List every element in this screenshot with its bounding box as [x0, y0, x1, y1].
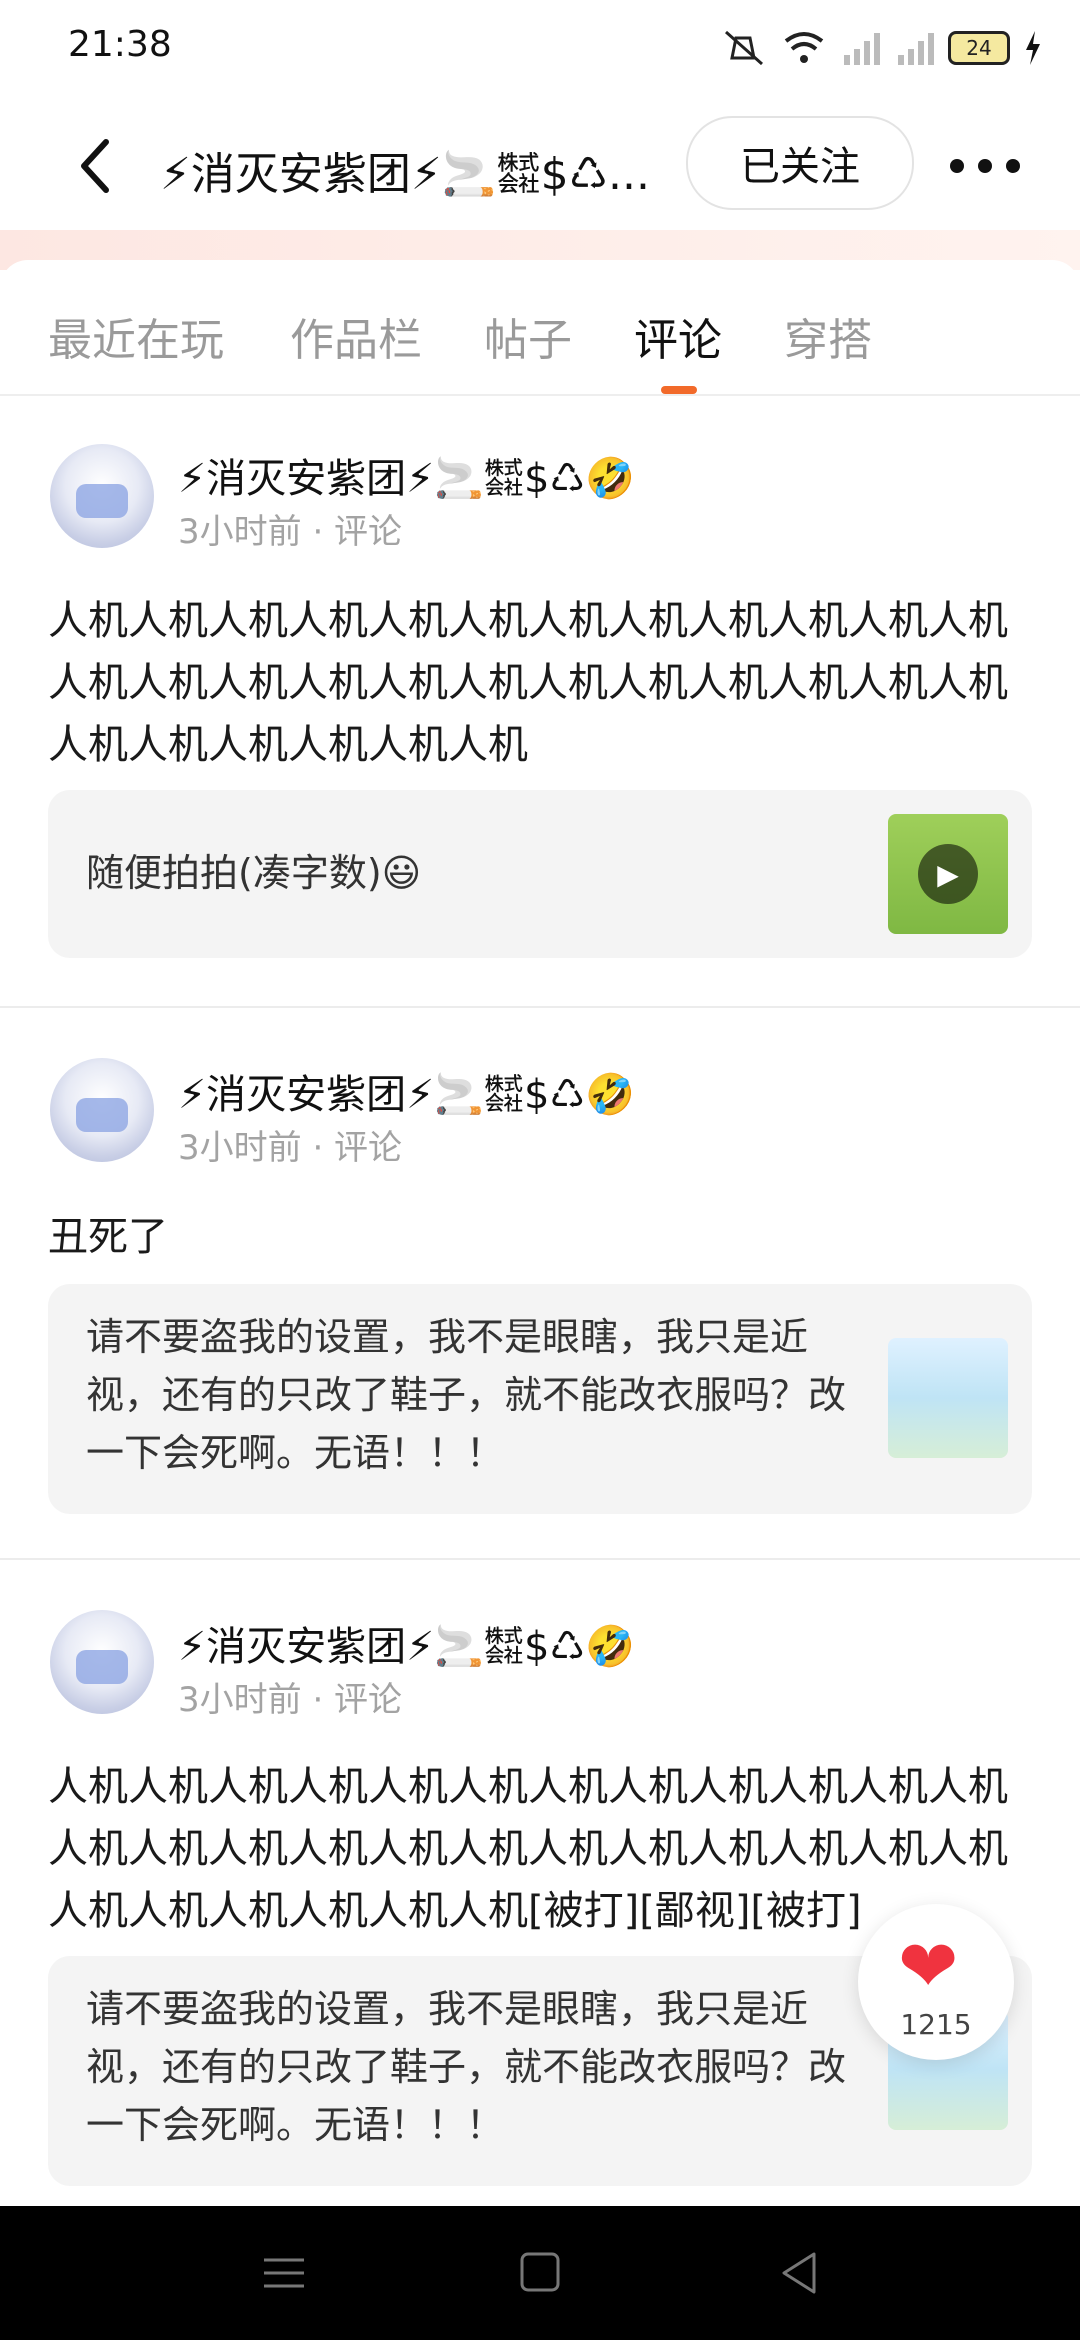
username[interactable]: ⚡消灭安紫团⚡🚬㍿$♺🤣 [178, 1062, 635, 1120]
wifi-icon [784, 32, 824, 63]
tab-outfits[interactable]: 穿搭 [784, 304, 872, 368]
tab-indicator [661, 386, 697, 394]
comment-meta: 3小时前 · 评论 [178, 1680, 403, 1720]
status-icons: 24 [722, 24, 1042, 72]
tab-comments[interactable]: 评论 [634, 304, 722, 368]
back-icon[interactable] [770, 2246, 830, 2300]
system-nav-bar [0, 2206, 1080, 2340]
avatar[interactable] [50, 1058, 154, 1162]
username[interactable]: ⚡消灭安紫团⚡🚬㍿$♺🤣 [178, 1614, 635, 1672]
tab-bar: 最近在玩 作品栏 帖子 评论 穿搭 [0, 260, 1080, 396]
home-icon[interactable] [510, 2246, 570, 2300]
status-bar: 21:38 24 [0, 0, 1080, 96]
avatar[interactable] [50, 444, 154, 548]
quoted-post[interactable]: 随便拍拍(凑字数)😃 ▶ [48, 790, 1032, 958]
tab-posts[interactable]: 帖子 [484, 304, 572, 368]
comment-meta: 3小时前 · 评论 [178, 1128, 403, 1168]
back-arrow-icon[interactable] [70, 136, 118, 196]
avatar[interactable] [50, 1610, 154, 1714]
tab-works[interactable]: 作品栏 [290, 304, 422, 368]
signal-icon-2 [898, 33, 934, 65]
play-icon: ▶ [918, 844, 978, 904]
quoted-text: 随便拍拍(凑字数)😃 [86, 851, 422, 895]
comment-text: 人机人机人机人机人机人机人机人机人机人机人机人机人机人机人机人机人机人机人机人机… [48, 1764, 1008, 1934]
mute-icon [725, 30, 763, 66]
charging-icon [1026, 31, 1040, 65]
quoted-thumbnail[interactable]: ▶ [888, 814, 1008, 934]
quoted-thumbnail[interactable] [888, 1338, 1008, 1458]
signal-icon-1 [844, 33, 880, 65]
heart-icon: ❤ [898, 1924, 959, 2008]
menu-icon[interactable] [254, 2246, 314, 2300]
battery-icon: 24 [948, 31, 1010, 65]
like-count: 1215 [900, 2008, 972, 2041]
profile-title: ⚡消灭安紫团⚡🚬㍿$♺... [160, 149, 650, 200]
like-button[interactable]: ❤ 1215 [858, 1904, 1014, 2060]
comment-text: 丑死了 [48, 1214, 168, 1260]
more-icon[interactable] [950, 136, 1020, 196]
tab-recent[interactable]: 最近在玩 [48, 304, 224, 368]
follow-button[interactable]: 已关注 [686, 116, 914, 210]
comment-meta: 3小时前 · 评论 [178, 512, 403, 552]
comment-item[interactable]: ⚡消灭安紫团⚡🚬㍿$♺🤣 3小时前 · 评论 人机人机人机人机人机人机人机人机人… [0, 394, 1080, 1006]
profile-header: ⚡消灭安紫团⚡🚬㍿$♺... 已关注 [0, 96, 1080, 236]
quoted-text: 请不要盗我的设置，我不是眼瞎，我只是近视，还有的只改了鞋子，就不能改衣服吗？改一… [86, 1987, 847, 2147]
comment-item[interactable]: ⚡消灭安紫团⚡🚬㍿$♺🤣 3小时前 · 评论 丑死了 请不要盗我的设置，我不是眼… [0, 1008, 1080, 1558]
username[interactable]: ⚡消灭安紫团⚡🚬㍿$♺🤣 [178, 446, 635, 504]
comment-item[interactable]: ⚡消灭安紫团⚡🚬㍿$♺🤣 3小时前 · 评论 人机人机人机人机人机人机人机人机人… [0, 1560, 1080, 2206]
status-time: 21:38 [68, 24, 172, 65]
comment-text: 人机人机人机人机人机人机人机人机人机人机人机人机人机人机人机人机人机人机人机人机… [48, 598, 1008, 768]
quoted-post[interactable]: 请不要盗我的设置，我不是眼瞎，我只是近视，还有的只改了鞋子，就不能改衣服吗？改一… [48, 1284, 1032, 1514]
quoted-text: 请不要盗我的设置，我不是眼瞎，我只是近视，还有的只改了鞋子，就不能改衣服吗？改一… [86, 1315, 847, 1475]
